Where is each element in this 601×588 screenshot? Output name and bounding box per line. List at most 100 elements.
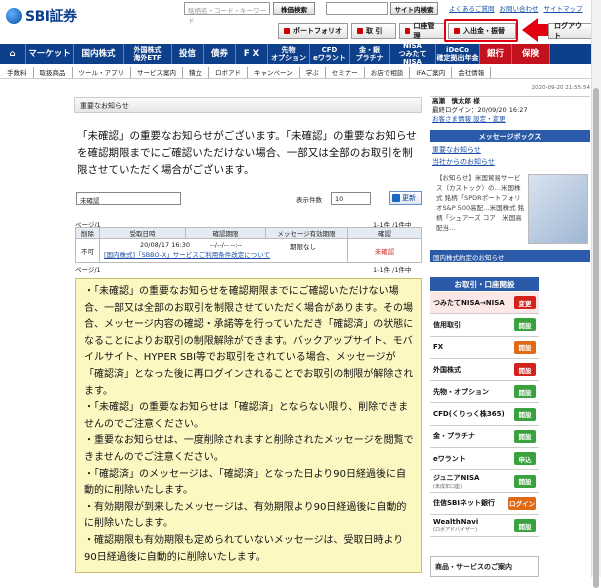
service-item: FX 開設 <box>430 336 539 359</box>
home-icon[interactable]: ⌂ <box>0 44 26 64</box>
service-open-button[interactable]: 開設 <box>514 429 536 443</box>
service-open-button[interactable]: 開設 <box>514 340 536 354</box>
page-title: 重要なお知らせ <box>74 97 422 113</box>
nav-bond[interactable]: 債券 <box>204 44 236 64</box>
nav-fx[interactable]: F X <box>236 44 268 64</box>
service-item: WealthNavi (ロボアドバイザー) 開設 <box>430 514 539 538</box>
account-button[interactable]: 口座管理 <box>399 22 445 40</box>
service-item: 信用取引 開設 <box>430 314 539 337</box>
nav-gold[interactable]: 金・銀 プラチナ <box>350 44 390 64</box>
service-open-button[interactable]: 開設 <box>514 519 536 533</box>
sub-nav: 手数料 取扱商品 ツール・アプリ サービス案内 積立 ロボアド キャンペーン 学… <box>0 67 601 79</box>
faq-link[interactable]: よくあるご質問 <box>449 3 495 13</box>
service-item: 住信SBIネット銀行 ログイン <box>430 492 539 515</box>
service-open-button[interactable]: 開設 <box>514 407 536 421</box>
notice-item: ・有効期限が到来したメッセージは、有効期限より90日経過後に自動的に削除いたしま… <box>84 501 407 530</box>
service-name: つみたてNISA→NISA <box>433 298 505 307</box>
service-item: eワラント 申込 <box>430 448 539 471</box>
service-name: 住信SBIネット銀行 <box>433 499 495 508</box>
status-unconfirmed: 未確認 <box>347 238 422 263</box>
execution-notice[interactable]: 国内株式約定のお知らせ <box>430 250 590 262</box>
trade-icon <box>357 28 363 34</box>
subnav-item[interactable]: IFAご案内 <box>416 67 453 78</box>
refresh-button[interactable]: 更新 <box>389 191 422 205</box>
service-name: FX <box>433 343 444 352</box>
sbi-logo[interactable]: SBI証券 <box>6 5 77 27</box>
service-name: eワラント <box>433 454 466 463</box>
site-search-button[interactable]: サイト内検索 <box>390 2 438 15</box>
stock-search-button[interactable]: 株価検索 <box>273 2 315 15</box>
service-open-button[interactable]: 開設 <box>514 385 536 399</box>
portfolio-icon <box>284 28 290 34</box>
perpage-select[interactable]: 10 <box>331 192 371 205</box>
last-login: 最終ログイン：20/09/20 16:27 <box>432 106 528 114</box>
count-label-bottom: 1-1件 /1件中 <box>373 266 412 274</box>
service-open-button[interactable]: 申込 <box>514 452 536 466</box>
subnav-item[interactable]: 手数料 <box>7 67 34 78</box>
notice-item: ・「未確認」の重要なお知らせは「確認済」とならない限り、削除できませんのでご注意… <box>84 402 409 430</box>
contact-link[interactable]: お問い合わせ <box>500 3 539 13</box>
products-guide: 商品・サービスのご案内 <box>430 556 539 577</box>
subnav-item[interactable]: 積立 <box>189 67 209 78</box>
service-open-button[interactable]: 変更 <box>514 296 536 310</box>
logo-text: SBI証券 <box>25 9 77 25</box>
service-open-button[interactable]: ログイン <box>508 496 536 510</box>
service-open-button[interactable]: 開設 <box>514 318 536 332</box>
subnav-item[interactable]: ツール・アプリ <box>79 67 131 78</box>
nav-ideco[interactable]: iDeCo 確定拠出年金 <box>436 44 480 64</box>
search-input[interactable]: 銘柄名・コード・キーワード <box>184 2 270 25</box>
important-notice-link[interactable]: 重要なお知らせ <box>432 144 495 156</box>
subnav-item[interactable]: ロボアド <box>215 67 248 78</box>
col-delete: 削除 <box>75 227 100 239</box>
subnav-item[interactable]: キャンペーン <box>254 67 300 78</box>
scrollbar-thumb[interactable] <box>593 88 599 588</box>
subnav-item[interactable]: お店で相談 <box>371 67 411 78</box>
site-search-input[interactable] <box>326 2 388 15</box>
user-name: 高瀬 慎太郎 様 <box>432 97 480 105</box>
subnav-item[interactable]: セミナー <box>332 67 365 78</box>
news-image[interactable] <box>528 174 588 244</box>
service-open-button[interactable]: 開設 <box>514 363 536 377</box>
portfolio-button[interactable]: ポートフォリオ <box>278 23 348 39</box>
nav-cfd[interactable]: CFD eワラント <box>310 44 350 64</box>
highlight-box <box>444 19 518 42</box>
message-links: 重要なお知らせ 当社からのお知らせ <box>432 144 495 168</box>
message-box-header: メッセージボックス <box>430 130 590 142</box>
service-list: つみたてNISA→NISA 変更 信用取引 開設 FX 開設 外国株式 開設 先物・オプション開… <box>430 292 539 538</box>
trade-button[interactable]: 取 引 <box>351 23 396 39</box>
service-name: 外国株式 <box>433 365 461 374</box>
service-name: WealthNavi <box>433 518 479 527</box>
message-subject-link[interactable]: [国内株式]「SBBO-X」サービスご利用条件改定について <box>104 251 270 259</box>
sitemap-link[interactable]: サイトマップ <box>544 3 583 13</box>
subnav-item[interactable]: 取扱商品 <box>40 67 73 78</box>
nav-foreign-stock[interactable]: 外国株式 海外ETF <box>124 44 172 64</box>
company-notice-link[interactable]: 当社からのお知らせ <box>432 156 495 168</box>
nav-domestic-stock[interactable]: 国内株式 <box>74 44 124 64</box>
nav-market[interactable]: マーケット <box>26 44 74 64</box>
service-name: CFD(くりっく株365) <box>433 410 505 419</box>
status-filter-select[interactable]: 未確認 <box>76 192 181 205</box>
nav-fund[interactable]: 投信 <box>172 44 204 64</box>
logout-button[interactable]: ログアウト <box>548 22 592 40</box>
nav-futures[interactable]: 先物 オプション <box>268 44 310 64</box>
nav-bank[interactable]: 銀行 <box>480 44 512 64</box>
row-received: 20/08/17 16:30 <box>140 241 190 249</box>
col-deadline: 確認期限 <box>185 227 266 239</box>
nav-nisa[interactable]: NISA つみたてNISA <box>390 42 436 66</box>
col-status: 確認 <box>347 227 422 239</box>
col-expiry: メッセージ有効期限 <box>265 227 348 239</box>
service-item: 金・プラチナ 開設 <box>430 425 539 449</box>
news-text: 【お知らせ】米国貿易サービス（カストック）の…米国株式 銘柄「SPDRポートフォ… <box>436 174 525 232</box>
subnav-item[interactable]: サービス案内 <box>137 67 183 78</box>
subnav-item[interactable]: 会社情報 <box>458 67 492 78</box>
subnav-item[interactable]: 学ぶ <box>306 67 326 78</box>
service-open-button[interactable]: 開設 <box>514 474 536 488</box>
user-info: 高瀬 慎太郎 様 最終ログイン：20/09/20 16:27 お客さま情報 設定… <box>430 96 590 132</box>
table-row: 不可 20/08/17 16:30 --/--/-- --:-- 期限なし [国… <box>75 238 422 263</box>
settings-link[interactable]: お客さま情報 設定・変更 <box>432 115 590 124</box>
nav-insurance[interactable]: 保険 <box>512 44 550 64</box>
account-icon <box>405 28 411 34</box>
service-sub: (未成年口座) <box>433 483 462 490</box>
top-links: よくあるご質問 お問い合わせ サイトマップ <box>449 3 583 13</box>
main-nav: ⌂ マーケット 国内株式 外国株式 海外ETF 投信 債券 F X 先物 オプシ… <box>0 42 601 66</box>
